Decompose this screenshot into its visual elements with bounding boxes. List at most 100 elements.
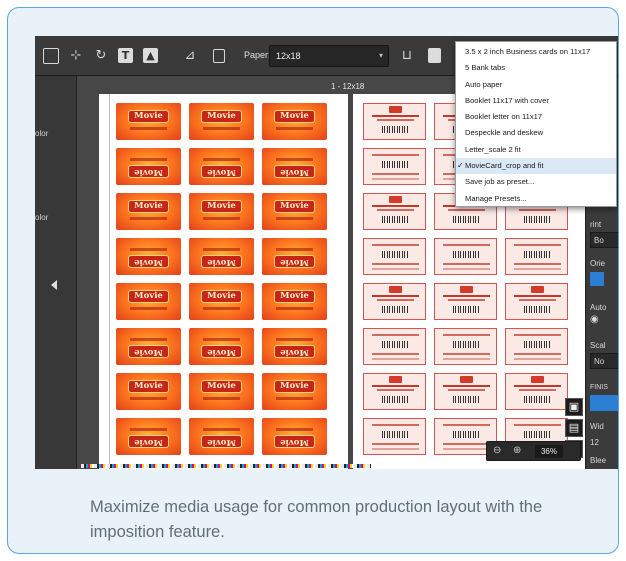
loyalty-card[interactable] xyxy=(505,283,568,320)
movie-ticket[interactable]: Movie xyxy=(116,418,181,455)
card-logo xyxy=(460,286,473,293)
preset-menu-item[interactable]: Booklet 11x17 with cover xyxy=(456,93,616,109)
right-panel-label: Blee xyxy=(590,456,607,465)
preset-menu-item[interactable]: Save job as preset... xyxy=(456,174,616,190)
movie-ticket[interactable]: Movie xyxy=(116,373,181,410)
movie-ticket[interactable]: Movie xyxy=(189,283,254,320)
paper-size-select[interactable]: 12x18 ▾ xyxy=(269,45,389,67)
loyalty-card[interactable] xyxy=(363,238,426,275)
ticket-subtitle xyxy=(130,127,167,130)
ticket-logo: Movie xyxy=(201,110,242,123)
card-text-line xyxy=(519,389,556,391)
preset-menu: 3.5 x 2 inch Business cards on 11x17 5 Ba… xyxy=(455,41,617,207)
barcode xyxy=(382,396,409,403)
scale-field[interactable]: No xyxy=(590,353,618,369)
right-panel-label: rint xyxy=(590,220,602,229)
card-text-line xyxy=(372,424,419,426)
movie-ticket[interactable]: Movie xyxy=(189,238,254,275)
loyalty-card[interactable] xyxy=(363,148,426,185)
card-text-line xyxy=(372,353,419,355)
image-tool-icon[interactable]: ▲ xyxy=(143,48,158,63)
movie-ticket[interactable]: Movie xyxy=(189,148,254,185)
movie-ticket[interactable]: Movie xyxy=(262,373,327,410)
movie-ticket[interactable]: Movie xyxy=(116,283,181,320)
loyalty-card[interactable] xyxy=(363,328,426,365)
movie-ticket[interactable]: Movie xyxy=(189,328,254,365)
preset-menu-item[interactable]: Manage Presets... xyxy=(456,191,616,207)
collapse-left-icon[interactable] xyxy=(51,280,57,290)
loyalty-card[interactable] xyxy=(505,328,568,365)
preset-menu-item[interactable]: ✓ MovieCard_crop and fit xyxy=(456,158,616,175)
crop-icon[interactable]: ⊹ xyxy=(67,47,85,65)
ticket-subtitle xyxy=(203,428,240,431)
movie-ticket[interactable]: Movie xyxy=(262,148,327,185)
movie-ticket[interactable]: Movie xyxy=(262,328,327,365)
ticket-logo: Movie xyxy=(128,255,169,268)
loyalty-card[interactable] xyxy=(434,238,497,275)
preset-menu-item[interactable]: Letter_scale 2 fit xyxy=(456,142,616,158)
barcode xyxy=(382,161,409,168)
loyalty-card[interactable] xyxy=(434,373,497,410)
preset-menu-item[interactable]: 3.5 x 2 inch Business cards on 11x17 xyxy=(456,44,616,60)
preset-menu-item-label: Despeckle and deskew xyxy=(465,128,544,138)
movie-ticket[interactable]: Movie xyxy=(116,103,181,140)
movie-ticket[interactable]: Movie xyxy=(189,193,254,230)
finishing-button[interactable] xyxy=(590,395,618,411)
preset-menu-item-label: Manage Presets... xyxy=(465,193,527,203)
movie-ticket[interactable]: Movie xyxy=(262,418,327,455)
orientation-button[interactable] xyxy=(590,272,604,286)
card-text-line xyxy=(514,353,561,355)
movie-ticket[interactable]: Movie xyxy=(262,193,327,230)
duplex-icon[interactable]: ⊔ xyxy=(398,47,416,65)
preset-menu-item-label: Save job as preset... xyxy=(465,177,535,187)
zoom-in-icon[interactable]: ⊕ xyxy=(513,445,521,456)
loyalty-card[interactable] xyxy=(363,283,426,320)
zoom-level[interactable]: 36% xyxy=(535,445,563,458)
movie-ticket[interactable]: Movie xyxy=(116,328,181,365)
print-field[interactable]: Bo xyxy=(590,232,618,248)
fit-to-window-icon[interactable] xyxy=(43,48,59,64)
movie-ticket[interactable]: Movie xyxy=(116,193,181,230)
sheet-front[interactable]: Movie Movie Movie Movie Movie Movie Movie Movie… xyxy=(99,94,348,469)
loyalty-card[interactable] xyxy=(363,193,426,230)
preset-menu-item[interactable]: Despeckle and deskew xyxy=(456,125,616,141)
text-tool-icon[interactable]: T xyxy=(118,48,133,63)
loyalty-card[interactable] xyxy=(434,328,497,365)
barcode xyxy=(382,431,409,438)
card-text-line xyxy=(372,178,419,180)
rotate-icon[interactable]: ↻ xyxy=(92,47,110,65)
ticket-logo: Movie xyxy=(128,380,169,393)
movie-ticket[interactable]: Movie xyxy=(189,103,254,140)
movie-ticket[interactable]: Movie xyxy=(262,283,327,320)
loyalty-card[interactable] xyxy=(505,238,568,275)
loyalty-card[interactable] xyxy=(363,103,426,140)
book-view-icon[interactable]: ▤ xyxy=(565,419,583,437)
movie-ticket[interactable]: Movie xyxy=(262,103,327,140)
preset-menu-item[interactable]: Auto paper xyxy=(456,77,616,93)
card-text-line xyxy=(372,205,419,207)
page-icon[interactable] xyxy=(213,49,225,63)
loyalty-card[interactable] xyxy=(363,373,426,410)
preset-menu-item[interactable]: Booklet letter on 11x17 xyxy=(456,109,616,125)
align-icon[interactable]: ⊿ xyxy=(181,47,199,65)
movie-ticket[interactable]: Movie xyxy=(262,238,327,275)
movie-ticket[interactable]: Movie xyxy=(189,418,254,455)
loyalty-card[interactable] xyxy=(363,418,426,455)
barcode xyxy=(453,306,480,313)
loyalty-card[interactable] xyxy=(505,373,568,410)
loyalty-card[interactable] xyxy=(434,283,497,320)
movie-ticket[interactable]: Movie xyxy=(116,148,181,185)
preset-menu-item-label: Letter_scale 2 fit xyxy=(465,144,521,154)
movie-ticket[interactable]: Movie xyxy=(116,238,181,275)
ticket-subtitle xyxy=(130,248,167,251)
sheet-icon[interactable] xyxy=(428,48,441,63)
zoom-out-icon[interactable]: ⊖ xyxy=(493,445,501,456)
paper-label: Paper: xyxy=(244,50,271,60)
card-text-line xyxy=(443,448,490,450)
single-page-view-icon[interactable]: ▣ xyxy=(565,398,583,416)
preset-menu-item[interactable]: 5 Bank tabs xyxy=(456,60,616,76)
barcode xyxy=(453,431,480,438)
radio-icon[interactable]: ◉ xyxy=(590,314,599,325)
movie-ticket[interactable]: Movie xyxy=(189,373,254,410)
card-logo xyxy=(460,376,473,383)
